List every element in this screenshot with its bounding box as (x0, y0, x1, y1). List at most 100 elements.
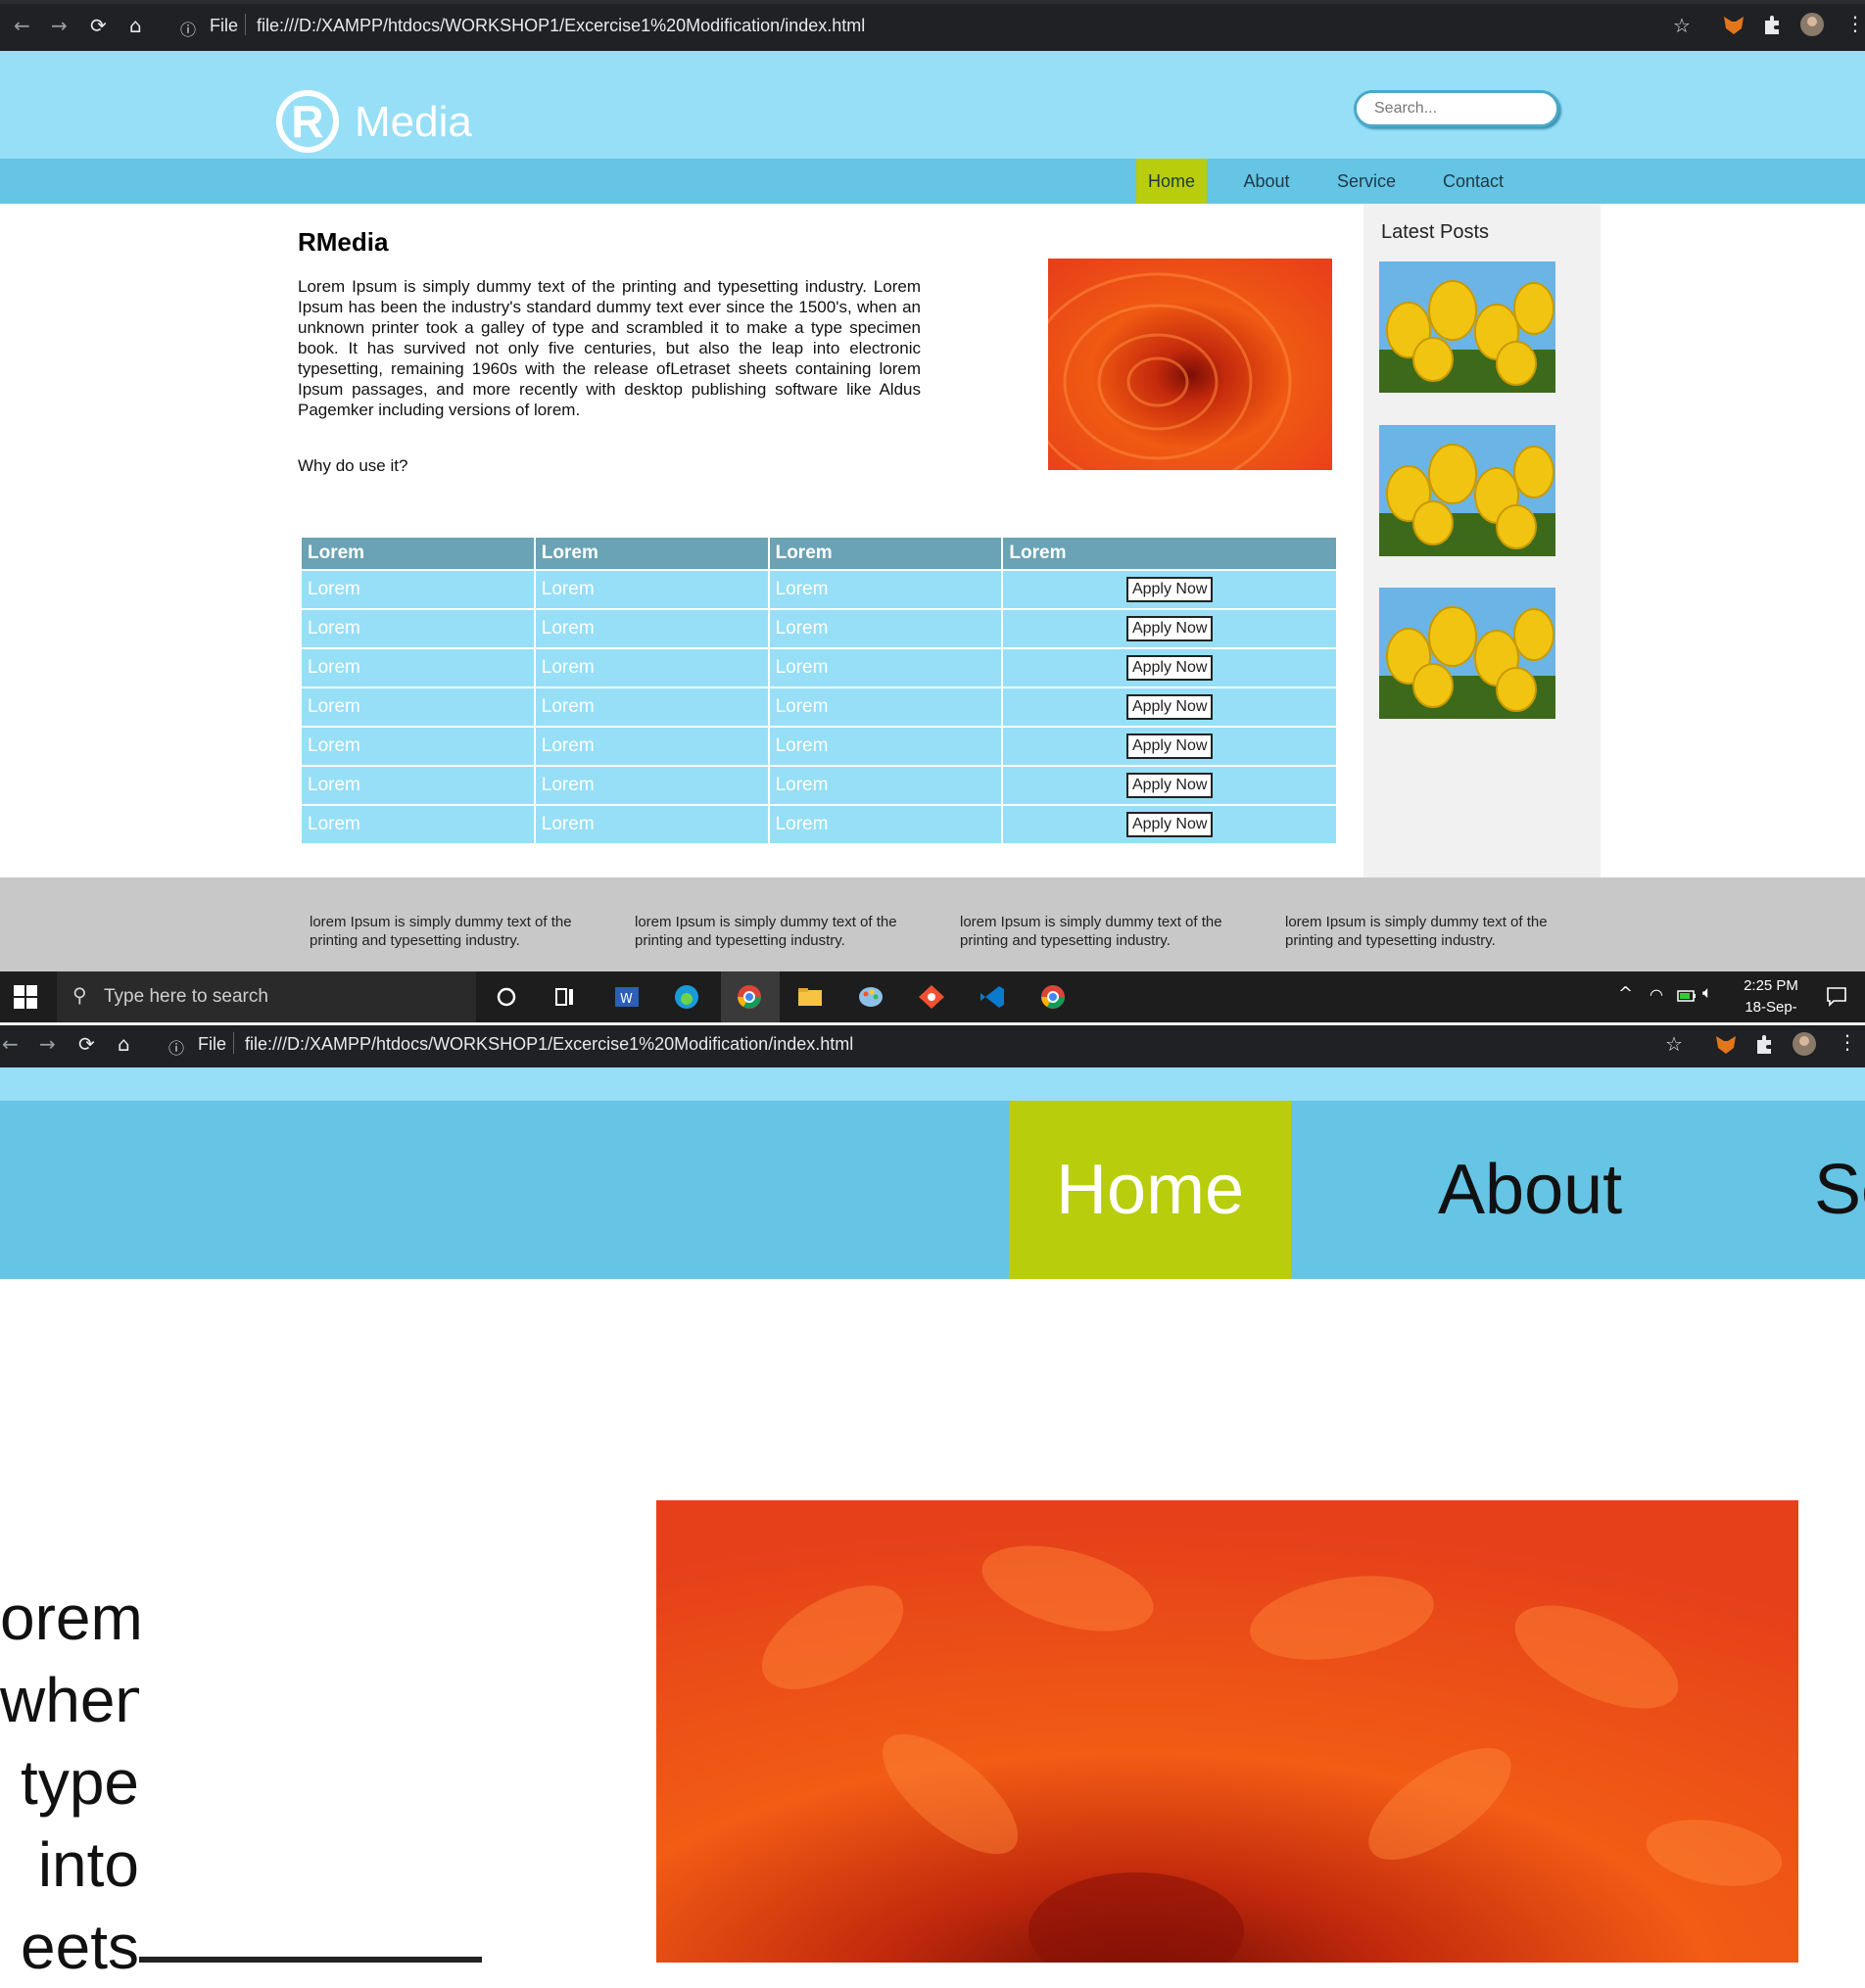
windows-taskbar: ⚲ Type here to search W ^ ◠ 🔈︎ 2:25 PM 1… (0, 971, 1865, 1037)
reload-icon[interactable]: ⟳ (78, 1032, 95, 1056)
table-cell: Lorem (302, 688, 534, 726)
zoomed-nav-about[interactable]: About (1438, 1101, 1622, 1279)
address-bar[interactable]: file:///D:/XAMPP/htdocs/WORKSHOP1/Excerc… (257, 16, 865, 36)
table-row: Lorem Lorem Lorem Apply Now (302, 610, 1336, 647)
post-thumbnail[interactable] (1379, 588, 1555, 719)
table-row: Lorem Lorem Lorem Apply Now (302, 767, 1336, 804)
extensions-puzzle-icon[interactable] (1761, 13, 1785, 36)
home-icon[interactable]: ⌂ (129, 14, 142, 37)
paint-icon[interactable] (856, 983, 885, 1011)
site-search-input[interactable]: Search... (1354, 90, 1559, 127)
table-cell: Lorem (302, 728, 534, 765)
extensions-puzzle-icon[interactable] (1753, 1032, 1777, 1056)
table-cell: Lorem (302, 610, 534, 647)
back-icon[interactable]: ← (2, 1032, 19, 1056)
network-icon[interactable]: ◠ (1650, 985, 1663, 1004)
home-icon[interactable]: ⌂ (118, 1032, 130, 1056)
table-cell: Apply Now (1003, 649, 1336, 686)
browser-menu-icon[interactable]: ⋮ (1845, 12, 1865, 35)
clock-time: 2:25 PM (1744, 977, 1798, 994)
back-icon[interactable]: ← (14, 14, 30, 37)
page-title: RMedia (298, 227, 389, 257)
table-cell: Lorem (535, 688, 768, 726)
reload-icon[interactable]: ⟳ (90, 14, 107, 37)
flower-image (1048, 259, 1332, 470)
address-bar[interactable]: file:///D:/XAMPP/htdocs/WORKSHOP1/Excerc… (245, 1034, 853, 1055)
bookmark-star-icon[interactable]: ☆ (1673, 14, 1691, 37)
zoomed-nav-home[interactable]: Home (1009, 1101, 1291, 1279)
data-table: Lorem Lorem Lorem Lorem Lorem Lorem Lore… (300, 536, 1338, 845)
task-view-icon[interactable] (550, 983, 580, 1011)
nav-home[interactable]: Home (1136, 159, 1207, 204)
logo-text[interactable]: Media (355, 98, 472, 147)
battery-icon[interactable] (1677, 989, 1697, 1003)
vscode-icon[interactable] (978, 983, 1007, 1011)
table-cell: Apply Now (1003, 767, 1336, 804)
table-cell: Lorem (302, 649, 534, 686)
column-header: Lorem (769, 538, 1002, 569)
nav-service[interactable]: Service (1326, 159, 1407, 204)
apply-now-button[interactable]: Apply Now (1125, 655, 1214, 681)
nav-about[interactable]: About (1230, 159, 1303, 204)
bookmark-star-icon[interactable]: ☆ (1665, 1032, 1683, 1056)
column-header: Lorem (1003, 538, 1336, 569)
sidebar: Latest Posts (1363, 204, 1601, 877)
apply-now-button[interactable]: Apply Now (1125, 577, 1214, 602)
tray-chevron-up-icon[interactable]: ^ (1618, 983, 1633, 1004)
table-header-row: Lorem Lorem Lorem Lorem (302, 538, 1336, 569)
profile-avatar-icon[interactable] (1793, 1032, 1816, 1056)
chrome-icon[interactable] (735, 983, 764, 1011)
windows-start-icon[interactable] (14, 985, 37, 1009)
file-explorer-icon[interactable] (795, 983, 825, 1011)
chrome-second-icon[interactable] (1038, 983, 1068, 1011)
url-scheme-label: File (210, 16, 239, 35)
table-cell: Lorem (535, 806, 768, 843)
logo-mark[interactable]: R (276, 90, 339, 153)
apply-now-button[interactable]: Apply Now (1125, 812, 1214, 837)
footer-column: lorem Ipsum is simply dummy text of the … (310, 914, 572, 949)
volume-icon[interactable]: 🔈︎ (1702, 983, 1712, 1003)
forward-icon[interactable]: → (39, 1032, 56, 1056)
apply-now-button[interactable]: Apply Now (1125, 616, 1214, 641)
table-row: Lorem Lorem Lorem Apply Now (302, 806, 1336, 843)
browser-menu-icon[interactable]: ⋮ (1838, 1030, 1857, 1054)
cortana-icon[interactable] (492, 983, 521, 1011)
url-divider (245, 14, 246, 35)
table-cell: Lorem (769, 767, 1002, 804)
intro-paragraph: Lorem Ipsum is simply dummy text of the … (298, 277, 921, 419)
forward-icon[interactable]: → (51, 14, 68, 37)
browser-toolbar: ← → ⟳ ⌂ ⓘ File file:///D:/XAMPP/htdocs/W… (0, 0, 1865, 51)
table-cell: Lorem (769, 649, 1002, 686)
word-icon[interactable]: W (611, 983, 641, 1011)
post-thumbnail[interactable] (1379, 425, 1555, 556)
tab-strip-edge (0, 0, 1865, 4)
taskbar-search-box[interactable]: ⚲ Type here to search (57, 971, 476, 1022)
window-edge (0, 1022, 1865, 1025)
edge-icon[interactable] (672, 983, 701, 1011)
footer-column: lorem Ipsum is simply dummy text of the … (960, 914, 1222, 949)
zoomed-nav-service[interactable]: Se (1814, 1101, 1865, 1279)
site-info-icon[interactable]: ⓘ (180, 17, 196, 40)
apply-now-button[interactable]: Apply Now (1125, 734, 1214, 759)
apply-now-button[interactable]: Apply Now (1125, 773, 1214, 798)
table-cell: Lorem (535, 571, 768, 608)
metamask-fox-icon[interactable] (1714, 1032, 1738, 1056)
git-icon[interactable] (917, 983, 946, 1011)
url-divider (233, 1032, 234, 1054)
apply-now-button[interactable]: Apply Now (1125, 694, 1214, 720)
notifications-icon[interactable] (1826, 985, 1847, 1007)
nav-contact[interactable]: Contact (1434, 159, 1512, 204)
table-cell: Lorem (302, 767, 534, 804)
table-cell: Apply Now (1003, 806, 1336, 843)
table-cell: Lorem (302, 571, 534, 608)
profile-avatar-icon[interactable] (1800, 13, 1824, 36)
main-nav: Home About Service Contact (0, 159, 1865, 204)
table-cell: Lorem (769, 728, 1002, 765)
post-thumbnail[interactable] (1379, 261, 1555, 393)
table-cell: Apply Now (1003, 610, 1336, 647)
table-cell: Lorem (535, 767, 768, 804)
text-fragment: orem (0, 1583, 139, 1653)
site-info-icon[interactable]: ⓘ (168, 1035, 184, 1059)
table-cell: Lorem (535, 610, 768, 647)
metamask-fox-icon[interactable] (1722, 13, 1745, 36)
